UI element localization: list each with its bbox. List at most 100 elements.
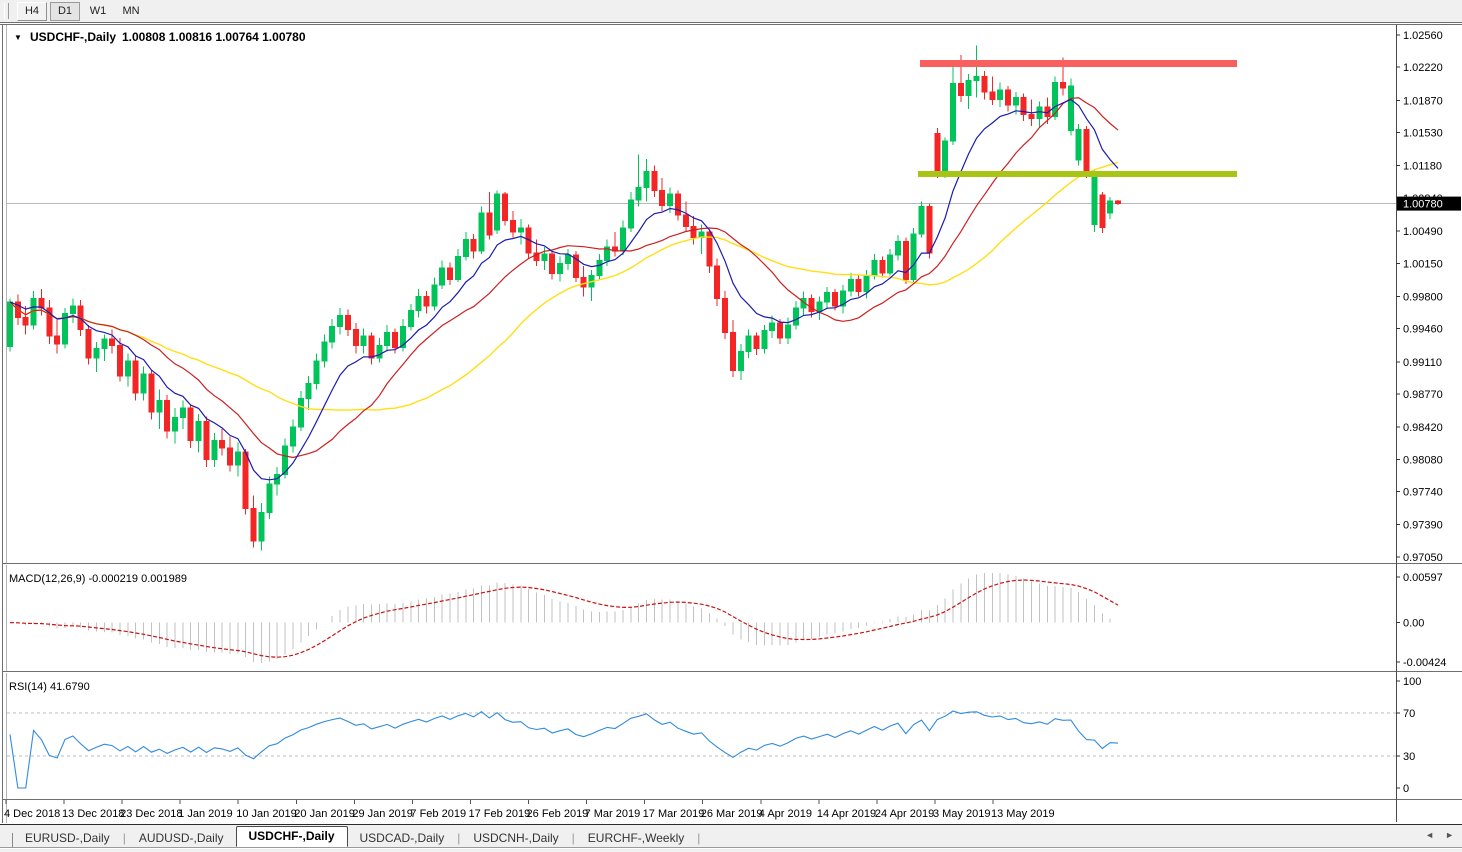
candle-body: [894, 240, 901, 256]
candle-body: [1012, 97, 1019, 106]
candle-body: [832, 292, 839, 307]
candle-body: [729, 331, 736, 371]
candle-body: [509, 220, 516, 233]
candle-body: [777, 322, 784, 339]
candle: [509, 211, 516, 238]
candle: [447, 262, 454, 286]
tab-usdchf[interactable]: USDCHF-,Daily: [235, 826, 348, 847]
candle: [376, 338, 383, 363]
candle-body: [140, 373, 147, 394]
candle-body: [117, 345, 124, 377]
candle-body: [423, 295, 430, 307]
candle: [722, 290, 729, 340]
candle: [502, 192, 509, 226]
candle: [415, 288, 422, 318]
date-tick-label: 14 Apr 2019: [817, 808, 876, 820]
candle-body: [973, 76, 980, 81]
price-tick-label: 0.99800: [1403, 291, 1443, 303]
candle-body: [1036, 106, 1043, 119]
candle: [1067, 78, 1074, 136]
price-axis: 1.025601.022201.018701.015301.011801.008…: [1396, 30, 1446, 795]
candle-body: [1028, 114, 1035, 119]
tab-usdcad[interactable]: USDCAD-,Daily: [348, 830, 457, 847]
candle-body: [918, 205, 925, 235]
candle-body: [627, 199, 634, 229]
candle: [219, 429, 226, 456]
candle: [918, 201, 925, 238]
candle: [431, 277, 438, 311]
tab-eurchf[interactable]: EURCHF-,Weekly: [576, 830, 696, 847]
price-tick-label: 0.97050: [1403, 552, 1443, 564]
candle-body: [109, 338, 116, 347]
candle: [847, 272, 854, 297]
candle: [651, 165, 658, 197]
tab-audusd[interactable]: AUDUSD-,Daily: [127, 830, 236, 847]
tab-usdcnh[interactable]: USDCNH-,Daily: [461, 830, 570, 847]
candle-body: [289, 426, 296, 447]
candle: [62, 307, 69, 349]
candle-body: [1099, 194, 1106, 228]
candle-body: [69, 305, 76, 314]
macd-panel[interactable]: [10, 573, 1119, 663]
price-tick-label: 0.99110: [1403, 357, 1442, 369]
candle: [659, 178, 666, 212]
candle: [1115, 200, 1121, 206]
candle: [981, 70, 988, 100]
candle: [266, 476, 273, 520]
rsi-tick-label: 30: [1403, 751, 1415, 763]
candle: [1091, 170, 1098, 233]
candle-body: [431, 284, 438, 307]
candle-body: [753, 335, 760, 350]
current-price-badge-label: 1.00780: [1403, 199, 1443, 211]
candle: [305, 376, 312, 411]
candle: [360, 328, 367, 354]
candle: [234, 442, 241, 477]
candle-body: [580, 276, 587, 288]
candle-body: [101, 338, 108, 350]
rsi-panel[interactable]: [7, 710, 1396, 789]
date-tick-label: 7 Feb 2019: [410, 808, 466, 820]
candle-body: [132, 360, 139, 394]
candle: [321, 334, 328, 368]
candle: [729, 320, 736, 377]
tab-scroll-right-icon[interactable]: ►: [1445, 830, 1454, 840]
candle-body: [824, 292, 831, 303]
candle: [384, 324, 391, 352]
date-tick-label: 17 Feb 2019: [468, 808, 530, 820]
support-band[interactable]: [918, 171, 1237, 177]
candle-body: [792, 307, 799, 326]
candle: [329, 319, 336, 349]
candle: [172, 408, 179, 444]
chart-tab-bar: EURUSD-,Daily | AUDUSD-,Daily USDCHF-,Daily…: [0, 824, 1462, 852]
candle: [682, 201, 689, 233]
candle-body: [179, 407, 186, 419]
candle-body: [659, 189, 666, 206]
candle: [887, 249, 894, 276]
candle-body: [297, 398, 304, 428]
symbol-dropdown-icon[interactable]: ▼: [14, 33, 22, 42]
date-tick-label: 23 Dec 2018: [120, 808, 182, 820]
candle: [124, 353, 131, 387]
candle: [109, 329, 116, 354]
candle-body: [596, 259, 603, 277]
candle: [949, 67, 956, 145]
candle-body: [714, 265, 721, 299]
candle-body: [376, 345, 383, 359]
resistance-band[interactable]: [920, 60, 1237, 67]
candle: [989, 76, 996, 106]
slow-ma-line: [9, 161, 1119, 411]
tab-scroll-left-icon[interactable]: ◄: [1425, 830, 1434, 840]
candle-body: [148, 373, 155, 413]
price-tick-label: 1.00490: [1403, 226, 1443, 238]
macd-tick-label: -0.00424: [1403, 657, 1446, 669]
candle-body: [85, 329, 92, 359]
tab-eurusd[interactable]: EURUSD-,Daily: [13, 830, 122, 847]
candle-body: [250, 508, 257, 542]
candle-body: [234, 451, 241, 466]
chart-canvas[interactable]: ▼ USDCHF-,Daily 1.00808 1.00816 1.00764 …: [0, 0, 1462, 852]
candle: [1083, 125, 1090, 179]
candle-body: [769, 322, 776, 332]
candle: [784, 317, 791, 344]
candle-body: [863, 275, 870, 293]
candle-body: [910, 233, 917, 280]
